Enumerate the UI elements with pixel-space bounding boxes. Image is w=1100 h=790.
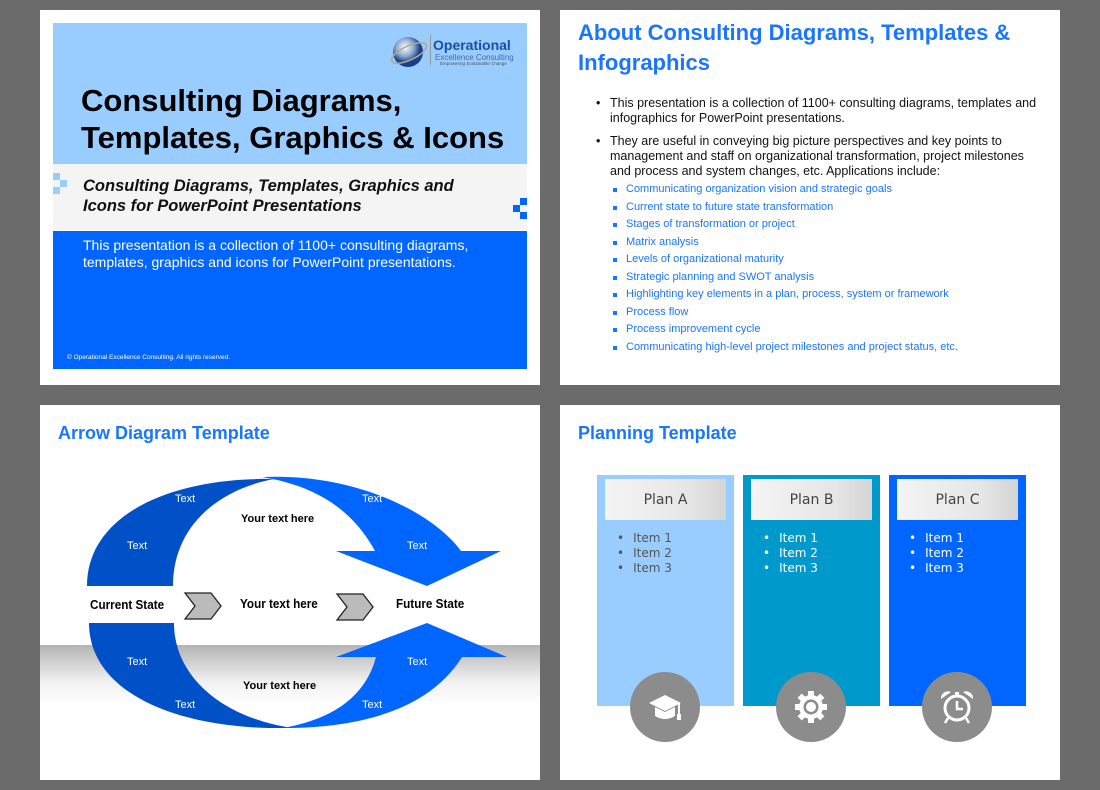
application-item: Strategic planning and SWOT analysis	[610, 269, 1046, 287]
deco-square	[520, 212, 527, 219]
arc-bottom-left	[89, 623, 292, 728]
arrow-label: Text	[362, 493, 383, 505]
slide-planning[interactable]: Planning Template Plan A Item 1 Item 2 I…	[560, 405, 1060, 780]
subtitle-line: Consulting Diagrams, Templates, Graphics…	[83, 177, 454, 195]
subtitle-line: Icons for PowerPoint Presentations	[83, 197, 362, 215]
plan-item: Item 3	[911, 561, 964, 576]
plan-item: Item 2	[619, 546, 672, 561]
description: This presentation is a collection of 110…	[83, 237, 468, 271]
current-state-label: Current State	[90, 597, 165, 612]
plan-header: Plan B	[751, 479, 872, 520]
arrow-label: Text	[175, 493, 196, 505]
plan-item: Item 2	[911, 546, 964, 561]
plan-item: Item 3	[619, 561, 672, 576]
application-item: Communicating organization vision and st…	[610, 181, 1046, 199]
application-item: Communicating high-level project milesto…	[610, 339, 1046, 357]
applications-list: Communicating organization vision and st…	[610, 181, 1046, 356]
arrow-label: Text	[407, 540, 428, 552]
plan-item: Item 1	[765, 531, 818, 546]
bullet-item: They are useful in conveying big picture…	[596, 134, 1046, 356]
arrow-bottom-right	[283, 623, 507, 728]
application-item: Highlighting key elements in a plan, pro…	[610, 286, 1046, 304]
top-text: Your text here	[241, 513, 315, 525]
slide-arrow-diagram[interactable]: Arrow Diagram Template Text Text Text Te…	[40, 405, 540, 780]
graduation-cap-icon	[630, 672, 700, 742]
slide-title[interactable]: Operational Excellence Consulting Empowe…	[40, 10, 540, 385]
arrow-label: Text	[175, 699, 196, 711]
gear-icon	[776, 672, 846, 742]
deco-square	[60, 180, 67, 187]
arrow-label: Text	[362, 699, 383, 711]
plan-item: Item 1	[911, 531, 964, 546]
subtitle: Consulting Diagrams, Templates, Graphics…	[83, 176, 454, 216]
copyright: © Operational Excellence Consulting. All…	[67, 354, 231, 361]
arrow-label: Text	[127, 540, 148, 552]
arrow-label: Text	[407, 656, 428, 668]
application-item: Process flow	[610, 304, 1046, 322]
slide-heading: Consulting Diagrams, Templates, Graphics…	[81, 82, 504, 156]
plan-header: Plan C	[897, 479, 1018, 520]
title-line: Consulting Diagrams,	[81, 83, 402, 118]
application-item: Current state to future state transforma…	[610, 199, 1046, 217]
chevron-icon	[183, 592, 222, 620]
plan-item: Item 2	[765, 546, 818, 561]
application-item: Stages of transformation or project	[610, 216, 1046, 234]
bullet-text: They are useful in conveying big picture…	[610, 134, 1024, 178]
plan-items: Item 1 Item 2 Item 3	[619, 531, 672, 576]
slide-heading: About Consulting Diagrams, Templates & I…	[578, 20, 1011, 75]
plan-header: Plan A	[605, 479, 726, 520]
globe-logo-icon	[390, 37, 428, 67]
description-line: This presentation is a collection of 110…	[83, 237, 469, 253]
deco-square	[513, 205, 520, 212]
deco-square	[53, 187, 60, 194]
logo-tagline: Empowering Sustainable Change	[440, 61, 507, 66]
slide-heading: Planning Template	[578, 423, 737, 443]
deco-square	[520, 198, 527, 205]
future-state-label: Future State	[396, 596, 465, 611]
deco-square	[53, 173, 60, 180]
application-item: Levels of organizational maturity	[610, 251, 1046, 269]
plan-item: Item 1	[619, 531, 672, 546]
application-item: Matrix analysis	[610, 234, 1046, 252]
bullet-list: This presentation is a collection of 110…	[596, 96, 1046, 356]
title-line: Templates, Graphics & Icons	[81, 120, 505, 155]
alarm-clock-icon	[922, 672, 992, 742]
logo-divider	[430, 35, 431, 65]
plan-items: Item 1 Item 2 Item 3	[765, 531, 818, 576]
plan-item: Item 3	[765, 561, 818, 576]
bullet-item: This presentation is a collection of 110…	[596, 96, 1046, 126]
arrow-label: Text	[127, 656, 148, 668]
center-text: Your text here	[240, 596, 318, 611]
chevron-icon	[335, 593, 374, 621]
application-item: Process improvement cycle	[610, 321, 1046, 339]
bottom-text: Your text here	[243, 680, 317, 692]
description-line: templates, graphics and icons for PowerP…	[83, 254, 456, 270]
logo-name: Operational	[433, 37, 511, 53]
plan-items: Item 1 Item 2 Item 3	[911, 531, 964, 576]
slide-about[interactable]: About Consulting Diagrams, Templates & I…	[560, 10, 1060, 385]
arrow-diagram	[87, 476, 507, 728]
